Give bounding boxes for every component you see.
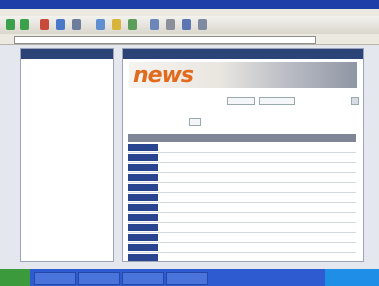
row-link[interactable] [128, 254, 158, 261]
favorites-icon[interactable] [112, 19, 121, 30]
row-link[interactable] [128, 164, 158, 171]
left-panel-header [21, 49, 113, 59]
system-tray [325, 269, 379, 286]
history-icon[interactable] [128, 19, 137, 30]
search-icon[interactable] [96, 19, 105, 30]
discuss-icon[interactable] [198, 19, 207, 30]
filter-value[interactable] [189, 118, 201, 126]
row-link[interactable] [128, 244, 158, 251]
refresh-icon[interactable] [56, 19, 65, 30]
print-icon[interactable] [166, 19, 175, 30]
main-panel: news [122, 48, 364, 262]
row-divider [128, 252, 356, 253]
row-link[interactable] [128, 154, 158, 161]
go-button[interactable] [351, 97, 359, 105]
row-link[interactable] [128, 174, 158, 181]
row-divider [128, 222, 356, 223]
row-link[interactable] [128, 184, 158, 191]
row-divider [128, 172, 356, 173]
start-button[interactable] [0, 269, 30, 286]
back-icon[interactable] [6, 19, 15, 30]
taskbar-task[interactable] [166, 272, 208, 285]
row-divider [128, 152, 356, 153]
browser-toolbar [0, 16, 379, 35]
row-divider [128, 202, 356, 203]
row-divider [128, 212, 356, 213]
window-titlebar [0, 0, 379, 9]
home-icon[interactable] [72, 19, 81, 30]
forward-icon[interactable] [20, 19, 29, 30]
address-bar [0, 34, 379, 45]
news-logo: news [133, 63, 194, 88]
row-divider [128, 192, 356, 193]
row-link[interactable] [128, 204, 158, 211]
news-banner: news [129, 62, 357, 88]
row-link[interactable] [128, 214, 158, 221]
row-link[interactable] [128, 194, 158, 201]
row-divider [128, 242, 356, 243]
taskbar [0, 269, 379, 286]
row-divider [128, 162, 356, 163]
edit-icon[interactable] [182, 19, 191, 30]
taskbar-task[interactable] [34, 272, 76, 285]
row-link[interactable] [128, 234, 158, 241]
taskbar-task[interactable] [78, 272, 120, 285]
menu-bar [0, 9, 379, 16]
table-header [128, 134, 356, 142]
row-link[interactable] [128, 144, 158, 151]
address-input[interactable] [14, 36, 316, 44]
stop-icon[interactable] [40, 19, 49, 30]
row-divider [128, 182, 356, 183]
filter-select[interactable] [227, 97, 255, 105]
taskbar-task[interactable] [122, 272, 164, 285]
main-panel-header [123, 49, 363, 59]
filter-select[interactable] [259, 97, 295, 105]
row-link[interactable] [128, 224, 158, 231]
mail-icon[interactable] [150, 19, 159, 30]
row-divider [128, 232, 356, 233]
left-nav-panel [20, 48, 114, 262]
